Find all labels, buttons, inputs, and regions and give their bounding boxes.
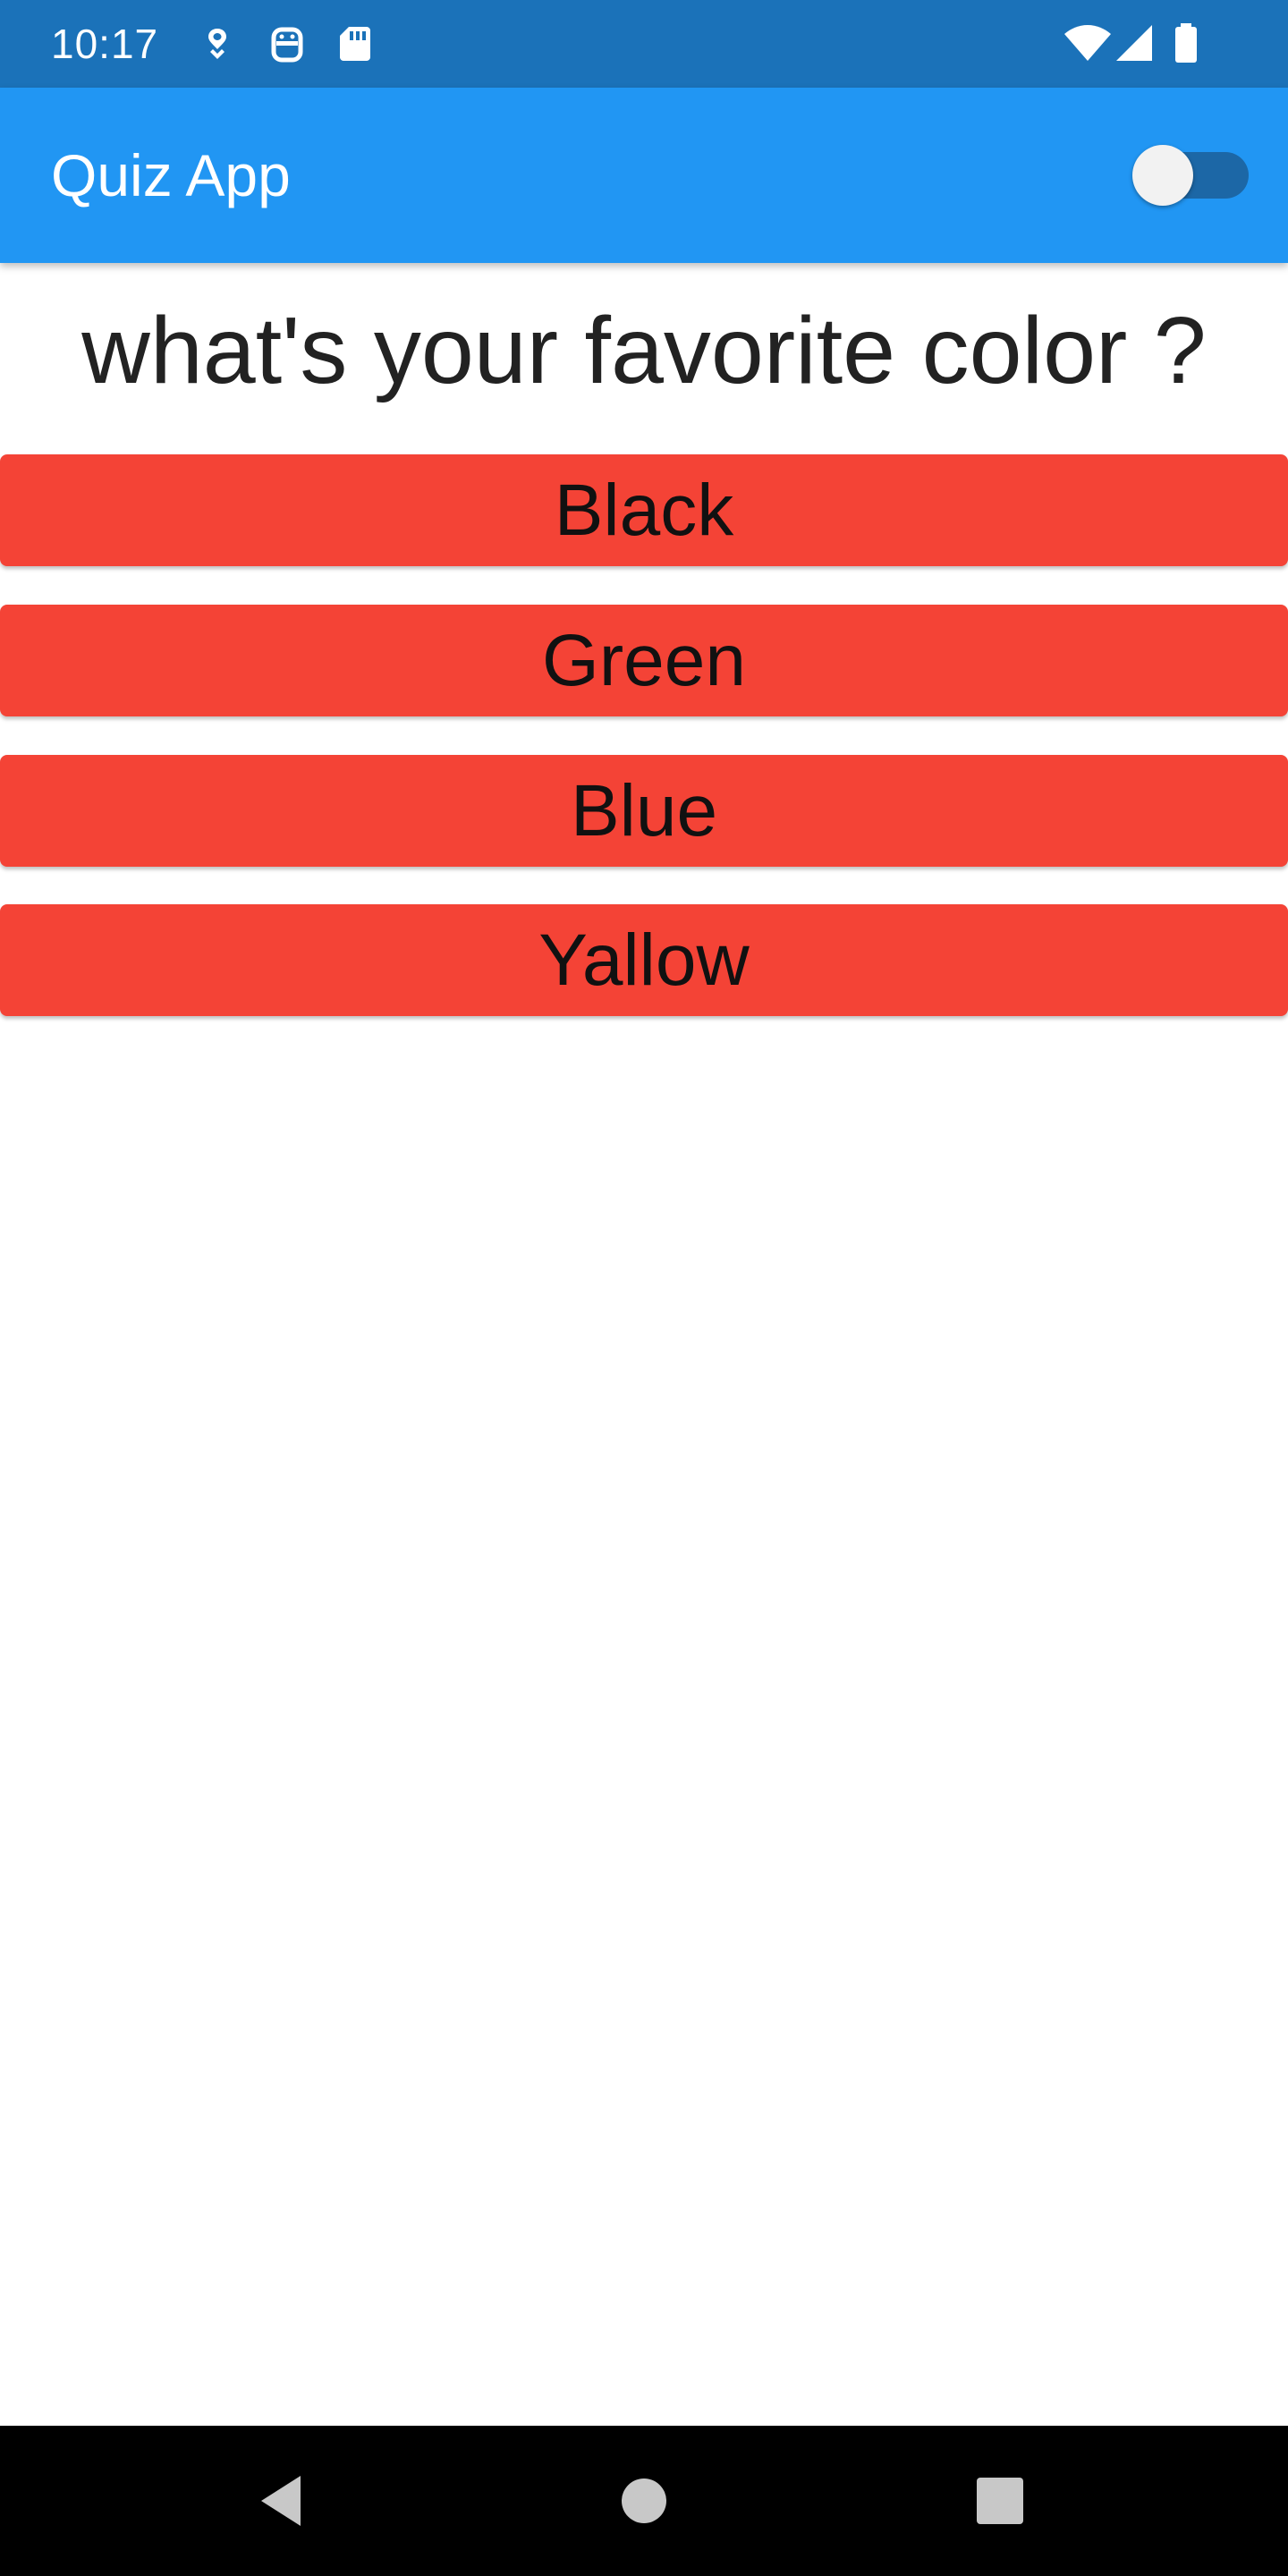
home-icon[interactable] xyxy=(606,2463,682,2538)
status-bar: 10:17 xyxy=(0,0,1288,88)
app-title: Quiz App xyxy=(51,142,291,208)
android-robot-icon xyxy=(271,27,303,63)
theme-toggle-switch[interactable] xyxy=(1132,145,1249,206)
answer-button-blue[interactable]: Blue xyxy=(0,755,1288,867)
answer-button-green[interactable]: Green xyxy=(0,605,1288,716)
answer-button-black[interactable]: Black xyxy=(0,454,1288,566)
location-pin-icon xyxy=(208,29,226,59)
quiz-app-screen: 10:17 Quiz App what's your favorite colo… xyxy=(0,0,1288,2576)
question-text: what's your favorite color ? xyxy=(81,298,1207,403)
recents-icon[interactable] xyxy=(962,2463,1038,2538)
wifi-icon xyxy=(1064,25,1111,61)
navigation-bar xyxy=(0,2426,1288,2576)
cell-signal-icon xyxy=(1116,25,1152,61)
status-time: 10:17 xyxy=(51,21,159,67)
sd-card-icon xyxy=(340,27,370,61)
back-icon[interactable] xyxy=(247,2463,322,2538)
toggle-thumb xyxy=(1132,145,1193,206)
app-bar: Quiz App xyxy=(0,88,1288,263)
battery-icon xyxy=(1175,23,1197,63)
answer-button-yallow[interactable]: Yallow xyxy=(0,904,1288,1016)
